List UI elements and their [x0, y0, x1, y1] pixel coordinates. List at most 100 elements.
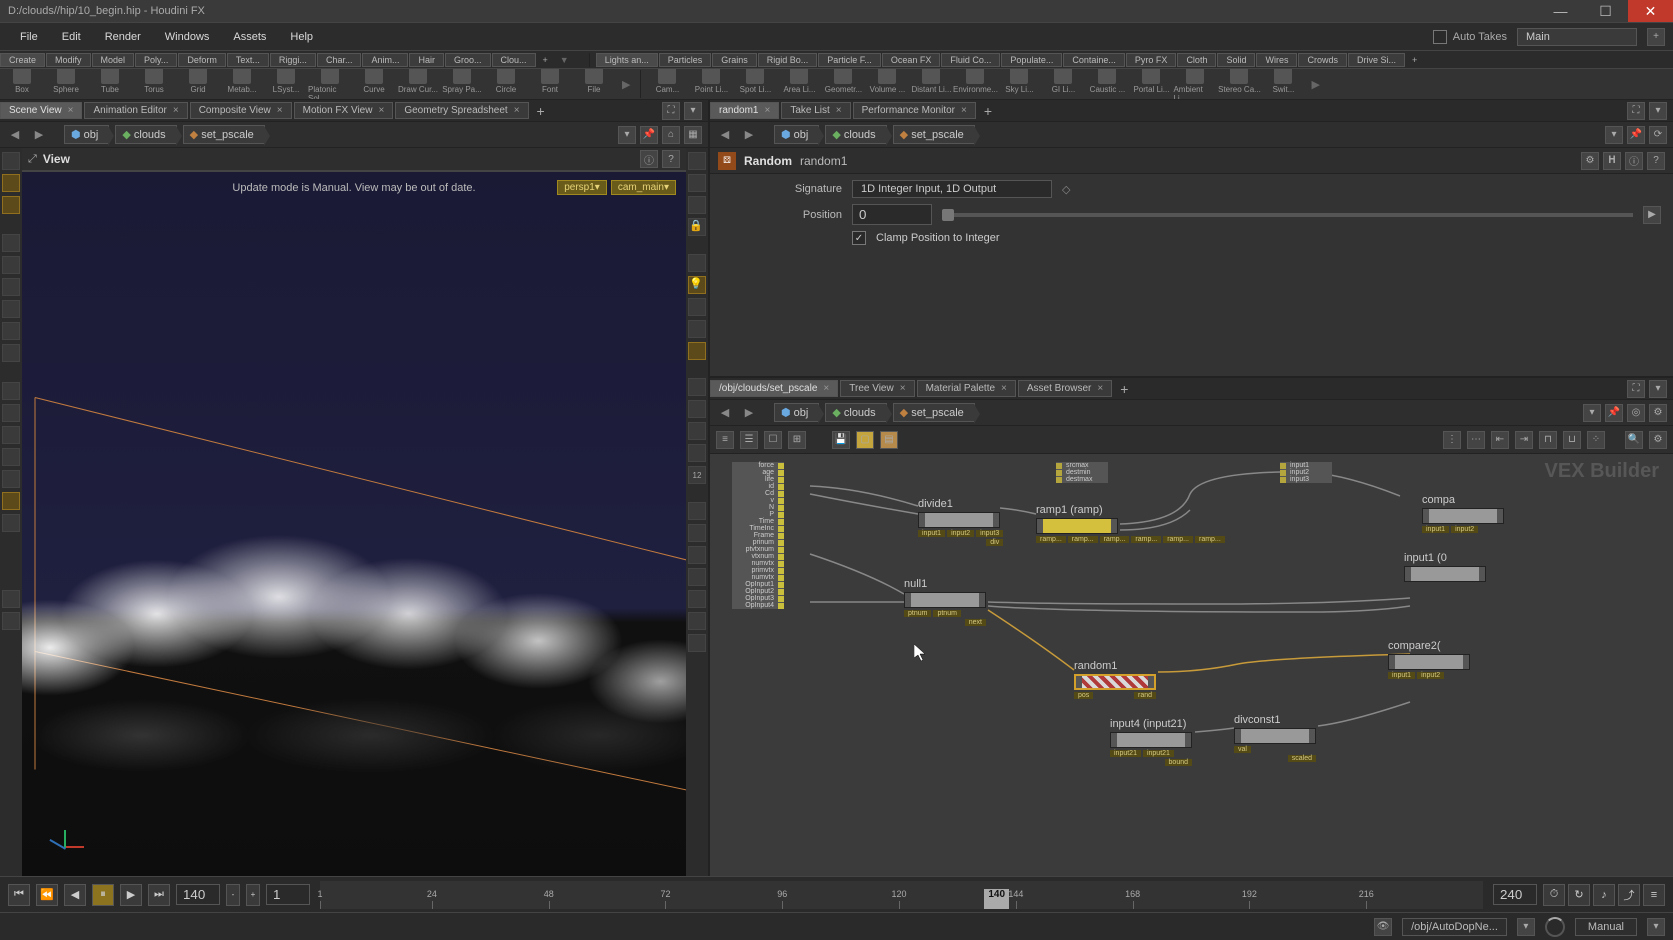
layout-icon[interactable]: ⋮	[1443, 431, 1461, 449]
pane-tab[interactable]: Asset Browser×	[1018, 380, 1112, 397]
rotate-tool[interactable]	[2, 278, 20, 296]
tab-add[interactable]: +	[531, 103, 551, 119]
shelf-tab-add-right[interactable]: +	[1406, 55, 1423, 65]
gear-icon[interactable]: ⚙	[1649, 431, 1667, 449]
pane-tab[interactable]: /obj/clouds/set_pscale×	[710, 380, 838, 397]
shelf-tool[interactable]: Environme...	[953, 68, 997, 100]
shelf-tool[interactable]: Tube	[88, 68, 132, 100]
pane-tab[interactable]: Animation Editor×	[84, 102, 187, 119]
timeline-ruler[interactable]: 124487296120144168192216140	[320, 881, 1483, 909]
shelf-tool[interactable]: GI Li...	[1041, 68, 1085, 100]
node-ramp1[interactable]: ramp1 (ramp)ramp...ramp...ramp...ramp...…	[1036, 504, 1225, 543]
shelf-tool[interactable]: Distant Li...	[909, 68, 953, 100]
shelf-tab[interactable]: Modify	[46, 53, 91, 67]
12-icon[interactable]: 12	[688, 466, 706, 484]
save-icon[interactable]: 💾	[832, 431, 850, 449]
gear-icon[interactable]: ⚙	[1649, 404, 1667, 422]
menu-help[interactable]: Help	[278, 25, 325, 49]
bbox-icon[interactable]	[688, 612, 706, 630]
ortho-tool[interactable]	[2, 514, 20, 532]
maximize-button[interactable]: ☐	[1583, 0, 1628, 22]
expand-icon[interactable]: ▶	[1643, 206, 1661, 224]
menu-windows[interactable]: Windows	[153, 25, 222, 49]
shelf-tool[interactable]: Spot Li...	[733, 68, 777, 100]
pane-tab[interactable]: Tree View×	[840, 380, 914, 397]
display-opts[interactable]	[688, 152, 706, 170]
help-icon[interactable]: ?	[1647, 152, 1665, 170]
node-random1[interactable]: random1posrand	[1074, 660, 1156, 699]
snap-grid-tool[interactable]	[2, 404, 20, 422]
node-compare2[interactable]: compare2(input1input2	[1388, 640, 1470, 679]
arrow-tool[interactable]	[2, 234, 20, 252]
pane-tab[interactable]: Performance Monitor×	[853, 102, 976, 119]
path-clouds[interactable]: ◆ clouds	[825, 403, 886, 422]
path-dropdown[interactable]: ▾	[1583, 404, 1601, 422]
path-dropdown[interactable]: ▾	[618, 126, 636, 144]
node-compare1[interactable]: compainput1input2	[1422, 494, 1504, 533]
shelf-tool[interactable]: Curve	[352, 68, 396, 100]
shelf-tab[interactable]: Particle F...	[818, 53, 881, 67]
global-anim-options[interactable]: ⤴	[1618, 884, 1640, 906]
status-path[interactable]: /obj/AutoDopNe...	[1402, 918, 1507, 936]
netbox-icon[interactable]: ▤	[880, 431, 898, 449]
close-icon[interactable]: ×	[764, 105, 770, 116]
loop-toggle[interactable]: ↻	[1568, 884, 1590, 906]
menu-assets[interactable]: Assets	[221, 25, 278, 49]
info-icon[interactable]: ⓘ	[640, 150, 658, 168]
position-slider[interactable]	[942, 213, 1633, 217]
lighting-icon[interactable]: 💡	[688, 276, 706, 294]
primnum-icon[interactable]	[688, 524, 706, 542]
close-icon[interactable]: ×	[1001, 383, 1007, 394]
shelf-tab[interactable]: Populate...	[1001, 53, 1062, 67]
move-tool[interactable]	[2, 196, 20, 214]
shelf-tab[interactable]: Cloth	[1177, 53, 1216, 67]
shelf-tab[interactable]: Containe...	[1063, 53, 1125, 67]
tab-add-param[interactable]: +	[978, 103, 998, 119]
bg-icon[interactable]	[688, 320, 706, 338]
tree-icon[interactable]: ☰	[740, 431, 758, 449]
grid-icon[interactable]: ⊞	[788, 431, 806, 449]
search-icon[interactable]: 🔍	[1625, 431, 1643, 449]
status-dropdown[interactable]: ▾	[1517, 918, 1535, 936]
shelf-tool[interactable]: Geometr...	[821, 68, 865, 100]
shelf-tool[interactable]: Platonic Sol...	[308, 68, 352, 100]
close-button[interactable]: ✕	[1628, 0, 1673, 22]
shelf-tool[interactable]: Spray Pa...	[440, 68, 484, 100]
magnet-tool[interactable]	[2, 448, 20, 466]
shelf-tool[interactable]: Font	[528, 68, 572, 100]
pin-icon[interactable]: 📌	[1627, 126, 1645, 144]
pane-menu-icon[interactable]: ▾	[684, 102, 702, 120]
shelf-tab[interactable]: Clou...	[492, 53, 536, 67]
snap-icon[interactable]: ▦	[684, 126, 702, 144]
grid-icon[interactable]	[688, 590, 706, 608]
play-forward-button[interactable]: ▶	[120, 884, 142, 906]
help-icon[interactable]: ?	[662, 150, 680, 168]
first-frame-button[interactable]: ⏮	[8, 884, 30, 906]
frame-up[interactable]: +	[246, 884, 260, 906]
path-setpscale[interactable]: ◆ set_pscale	[183, 125, 265, 144]
camera-dropdown[interactable]: cam_main▾	[611, 180, 676, 195]
shelf-tool[interactable]: Grid	[176, 68, 220, 100]
node-name[interactable]: random1	[800, 154, 847, 168]
shelf-tool[interactable]: Sky Li...	[997, 68, 1041, 100]
close-icon[interactable]: ×	[836, 105, 842, 116]
menu-edit[interactable]: Edit	[50, 25, 93, 49]
hull-icon[interactable]	[688, 568, 706, 586]
ghost-icon[interactable]	[688, 196, 706, 214]
shelf-tab[interactable]: Groo...	[445, 53, 491, 67]
shelf-tab[interactable]: Riggi...	[270, 53, 316, 67]
shelf-tool[interactable]: Swit...	[1261, 68, 1305, 100]
view-tool[interactable]	[2, 152, 20, 170]
end-frame-field[interactable]	[1493, 884, 1537, 905]
close-icon[interactable]: ×	[823, 383, 829, 394]
anim-editor-button[interactable]: ≡	[1643, 884, 1665, 906]
node-divconst1[interactable]: divconst1valscaled	[1234, 714, 1316, 762]
c-plane-tool[interactable]	[2, 492, 20, 510]
plus-button[interactable]: +	[1647, 28, 1665, 46]
sticky-icon[interactable]: ▢	[856, 431, 874, 449]
gamma-icon[interactable]	[688, 298, 706, 316]
node-null1[interactable]: null1ptnumptnumnext	[904, 578, 986, 626]
node-divide1[interactable]: divide1input1input2input3div	[918, 498, 1003, 546]
shelf-tool[interactable]: Area Li...	[777, 68, 821, 100]
shelf-tool[interactable]: Stereo Ca...	[1217, 68, 1261, 100]
